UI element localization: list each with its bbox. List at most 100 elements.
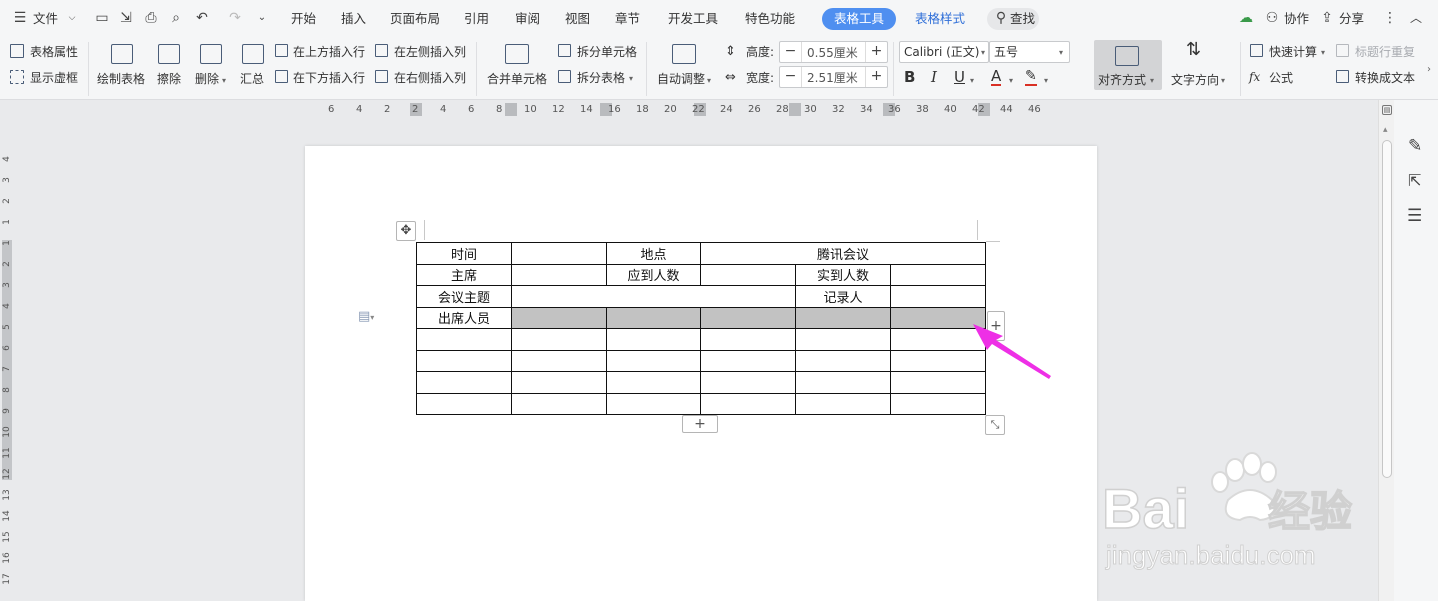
auto-fit-dropdown-icon[interactable]: ▾	[707, 76, 711, 85]
show-grid-button[interactable]: 显示虚框	[30, 70, 78, 86]
text-direction-button[interactable]: 文字方向	[1171, 72, 1219, 88]
tab-table-tools[interactable]: 表格工具	[822, 8, 896, 30]
tab-review[interactable]: 审阅	[515, 9, 540, 29]
tab-developer[interactable]: 开发工具	[668, 9, 718, 29]
insert-col-left-button[interactable]: 在左侧插入列	[394, 44, 466, 60]
table-cell[interactable]	[606, 349, 701, 372]
highlight-dropdown-icon[interactable]: ▾	[1044, 76, 1048, 85]
add-row-button[interactable]: +	[682, 415, 718, 433]
selected-cell[interactable]	[511, 306, 607, 329]
text-direction-dropdown-icon[interactable]: ▾	[1221, 76, 1225, 85]
table-cell[interactable]	[511, 392, 607, 415]
width-decrease-button[interactable]: −	[780, 67, 802, 87]
chevron-down-icon[interactable]: ⌵	[64, 10, 80, 26]
scroll-top-icon[interactable]: ▤	[1382, 105, 1392, 115]
table-cell[interactable]	[795, 371, 891, 394]
settings-sliders-icon[interactable]: ☰	[1407, 206, 1422, 226]
hamburger-menu-icon[interactable]: ☰	[12, 10, 28, 26]
collapse-ribbon-icon[interactable]: ︿	[1408, 10, 1424, 26]
table-cell[interactable]	[416, 349, 512, 372]
document-table[interactable]: 时间 地点 腾讯会议 主席 应到人数 实到人数 会议主题 记录人 出席人员	[416, 242, 986, 415]
height-decrease-button[interactable]: −	[780, 42, 802, 62]
table-cell[interactable]	[795, 392, 891, 415]
share-button[interactable]: 分享	[1339, 9, 1364, 29]
redo-icon[interactable]: ↷	[227, 10, 243, 26]
table-cell[interactable]	[606, 328, 701, 351]
table-cell[interactable]	[795, 328, 891, 351]
tab-page-layout[interactable]: 页面布局	[390, 9, 440, 29]
align-dropdown-icon[interactable]: ▾	[1150, 76, 1154, 85]
formula-button[interactable]: 公式	[1269, 70, 1293, 86]
table-properties-button[interactable]: 表格属性	[30, 44, 78, 60]
vertical-scrollbar[interactable]: ▤ ▴	[1378, 100, 1394, 601]
table-cell[interactable]: 记录人	[795, 285, 891, 308]
table-cell[interactable]	[700, 392, 796, 415]
table-cell[interactable]	[890, 263, 986, 286]
table-cell[interactable]	[890, 392, 986, 415]
table-cell[interactable]	[511, 371, 607, 394]
width-stepper[interactable]: − 2.51厘米 +	[779, 66, 888, 88]
cloud-sync-icon[interactable]: ☁	[1238, 10, 1254, 26]
font-size-select[interactable]: 五号	[989, 41, 1070, 63]
split-table-button[interactable]: 拆分表格	[577, 70, 625, 86]
table-cell[interactable]	[700, 263, 796, 286]
table-cell[interactable]	[511, 263, 607, 286]
table-cell[interactable]	[416, 392, 512, 415]
table-cell[interactable]: 地点	[606, 242, 701, 265]
delete-button[interactable]: 删除	[195, 71, 219, 87]
table-cell[interactable]	[511, 242, 607, 265]
width-value[interactable]: 2.51厘米	[807, 69, 858, 86]
undo-icon[interactable]: ↶	[194, 10, 210, 26]
quick-calc-dropdown-icon[interactable]: ▾	[1321, 48, 1325, 57]
header-repeat-button[interactable]: 标题行重复	[1355, 44, 1415, 60]
ribbon-scroll-right-icon[interactable]: ›	[1427, 64, 1431, 75]
table-cell[interactable]	[416, 328, 512, 351]
tab-references[interactable]: 引用	[464, 9, 489, 29]
scrollbar-thumb[interactable]	[1382, 140, 1392, 478]
pen-icon[interactable]: ✎	[1408, 136, 1422, 156]
table-cell[interactable]	[700, 328, 796, 351]
insert-col-right-button[interactable]: 在右侧插入列	[394, 70, 466, 86]
table-cell[interactable]	[795, 349, 891, 372]
table-cell[interactable]: 腾讯会议	[700, 242, 986, 265]
table-cell[interactable]: 时间	[416, 242, 512, 265]
selected-cell[interactable]	[606, 306, 701, 329]
table-cell[interactable]	[890, 285, 986, 308]
selected-cell[interactable]	[700, 306, 796, 329]
file-menu[interactable]: 文件	[33, 9, 58, 29]
draw-table-button[interactable]: 绘制表格	[97, 71, 145, 87]
width-increase-button[interactable]: +	[865, 67, 887, 87]
erase-button[interactable]: 擦除	[157, 71, 181, 87]
font-color-icon[interactable]: A	[991, 69, 1002, 86]
collab-button[interactable]: 协作	[1284, 9, 1309, 29]
font-name-dropdown-icon[interactable]: ▾	[981, 48, 985, 57]
table-move-handle-icon[interactable]: ✥	[396, 221, 416, 241]
height-increase-button[interactable]: +	[865, 42, 887, 62]
tab-chapter[interactable]: 章节	[615, 9, 640, 29]
table-cell[interactable]: 应到人数	[606, 263, 701, 286]
table-cell[interactable]	[700, 371, 796, 394]
height-value[interactable]: 0.55厘米	[807, 44, 858, 61]
table-cell[interactable]	[606, 371, 701, 394]
highlight-icon[interactable]: ✎	[1025, 69, 1037, 86]
insert-row-above-button[interactable]: 在上方插入行	[293, 44, 365, 60]
paragraph-options-icon[interactable]: ▤▾	[358, 309, 374, 324]
font-size-dropdown-icon[interactable]: ▾	[1059, 48, 1063, 57]
split-table-dropdown-icon[interactable]: ▾	[629, 74, 633, 83]
more-icon[interactable]: ⋮	[1382, 10, 1398, 26]
tab-insert[interactable]: 插入	[341, 9, 366, 29]
tab-home[interactable]: 开始	[291, 9, 316, 29]
convert-to-text-button[interactable]: 转换成文本	[1355, 70, 1415, 86]
selected-cell[interactable]	[795, 306, 891, 329]
delete-dropdown-icon[interactable]: ▾	[222, 76, 226, 85]
underline-icon[interactable]: U	[954, 69, 965, 85]
scroll-up-icon[interactable]: ▴	[1383, 125, 1388, 135]
resize-table-icon[interactable]: ⤡	[985, 415, 1005, 435]
font-name-select[interactable]: Calibri (正文)	[899, 41, 989, 63]
bold-icon[interactable]: B	[904, 69, 915, 85]
table-cell[interactable]	[606, 392, 701, 415]
quick-calc-button[interactable]: 快速计算	[1269, 44, 1317, 60]
height-stepper[interactable]: − 0.55厘米 +	[779, 41, 888, 63]
vertical-ruler[interactable]: 4 3 2 1 1 2 3 4 5 6 7 8 9 10 11 12 13 14 15 16 17	[0, 120, 14, 601]
merge-cells-button[interactable]: 合并单元格	[487, 71, 547, 87]
